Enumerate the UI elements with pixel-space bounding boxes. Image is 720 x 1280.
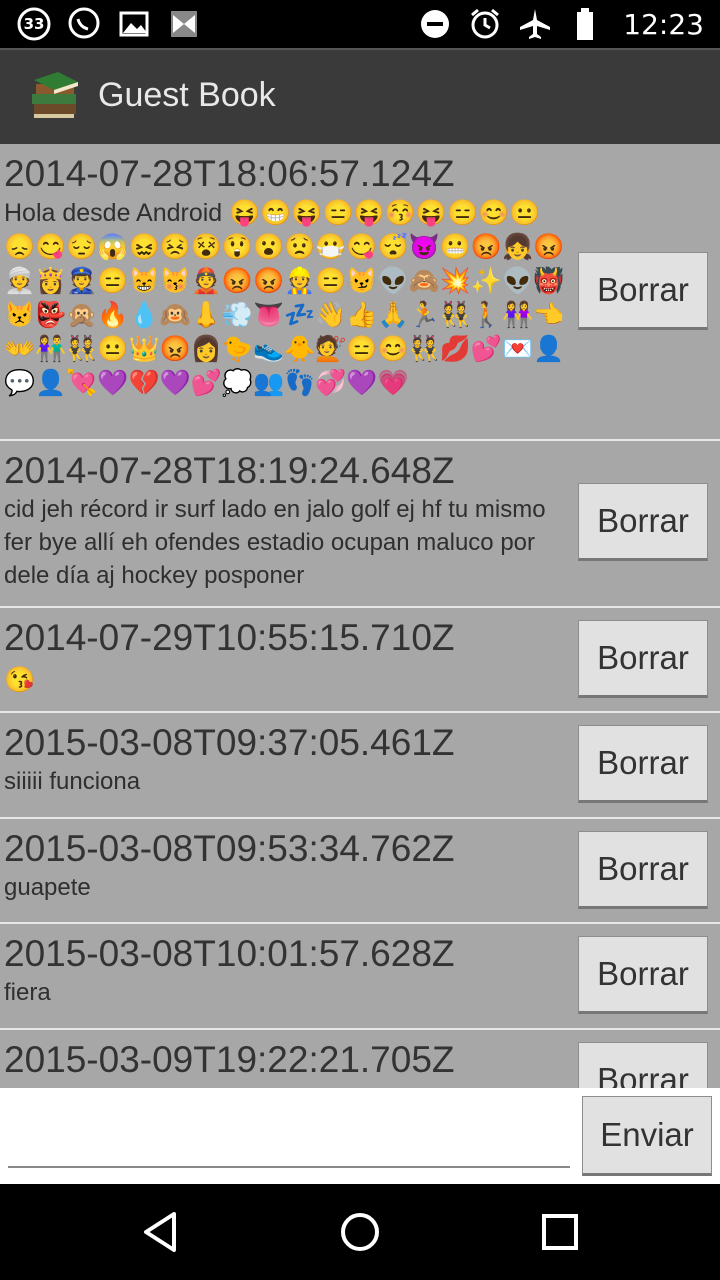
home-icon[interactable]	[336, 1208, 384, 1256]
whatsapp-icon	[66, 6, 102, 42]
guestbook-entry: 2015-03-09T19:22:21.705Z Borrar	[0, 1030, 720, 1088]
delete-button[interactable]: Borrar	[578, 936, 708, 1014]
recents-icon[interactable]	[536, 1208, 584, 1256]
clock: 12:23	[623, 7, 704, 41]
gallery-icon	[116, 6, 152, 42]
app-title: Guest Book	[98, 76, 276, 114]
message-input[interactable]	[8, 1100, 570, 1168]
guestbook-entry: 2014-07-28T18:19:24.648Z cid jeh récord …	[0, 441, 720, 608]
notification-count: 33	[23, 15, 45, 33]
send-button[interactable]: Enviar	[582, 1096, 712, 1176]
delete-button[interactable]: Borrar	[578, 252, 708, 330]
guestbook-entry: 2015-03-08T09:53:34.762Z guapete Borrar	[0, 819, 720, 924]
guestbook-entry: 2015-03-08T09:37:05.461Z siiiii funciona…	[0, 713, 720, 819]
guestbook-entry: 2015-03-08T10:01:57.628Z fiera Borrar	[0, 924, 720, 1030]
battery-icon	[567, 6, 603, 42]
entry-date: 2014-07-28T18:06:57.124Z	[4, 153, 455, 194]
delete-button[interactable]: Borrar	[578, 483, 708, 561]
do-not-disturb-icon	[417, 6, 453, 42]
notification-count-icon: 33	[16, 6, 52, 42]
delete-button[interactable]: Borrar	[578, 620, 708, 698]
alarm-icon	[467, 6, 503, 42]
guestbook-entry: 2014-07-28T18:06:57.124Z Hola desde Andr…	[0, 144, 720, 441]
guestbook-entry: 2014-07-29T10:55:15.710Z 😘 Borrar	[0, 608, 720, 713]
guestbook-list[interactable]: 2014-07-28T18:06:57.124Z Hola desde Andr…	[0, 144, 720, 1088]
books-app-icon[interactable]	[28, 68, 84, 124]
airplane-mode-icon	[517, 6, 553, 42]
delete-button[interactable]: Borrar	[578, 725, 708, 803]
bowtie-icon	[166, 6, 202, 42]
delete-button[interactable]: Borrar	[578, 1042, 708, 1088]
back-icon[interactable]	[136, 1208, 184, 1256]
status-bar: 33 12:23	[0, 0, 720, 48]
message-composer: Enviar	[0, 1088, 720, 1184]
navigation-bar	[0, 1184, 720, 1280]
delete-button[interactable]: Borrar	[578, 831, 708, 909]
action-bar: Guest Book	[0, 48, 720, 144]
